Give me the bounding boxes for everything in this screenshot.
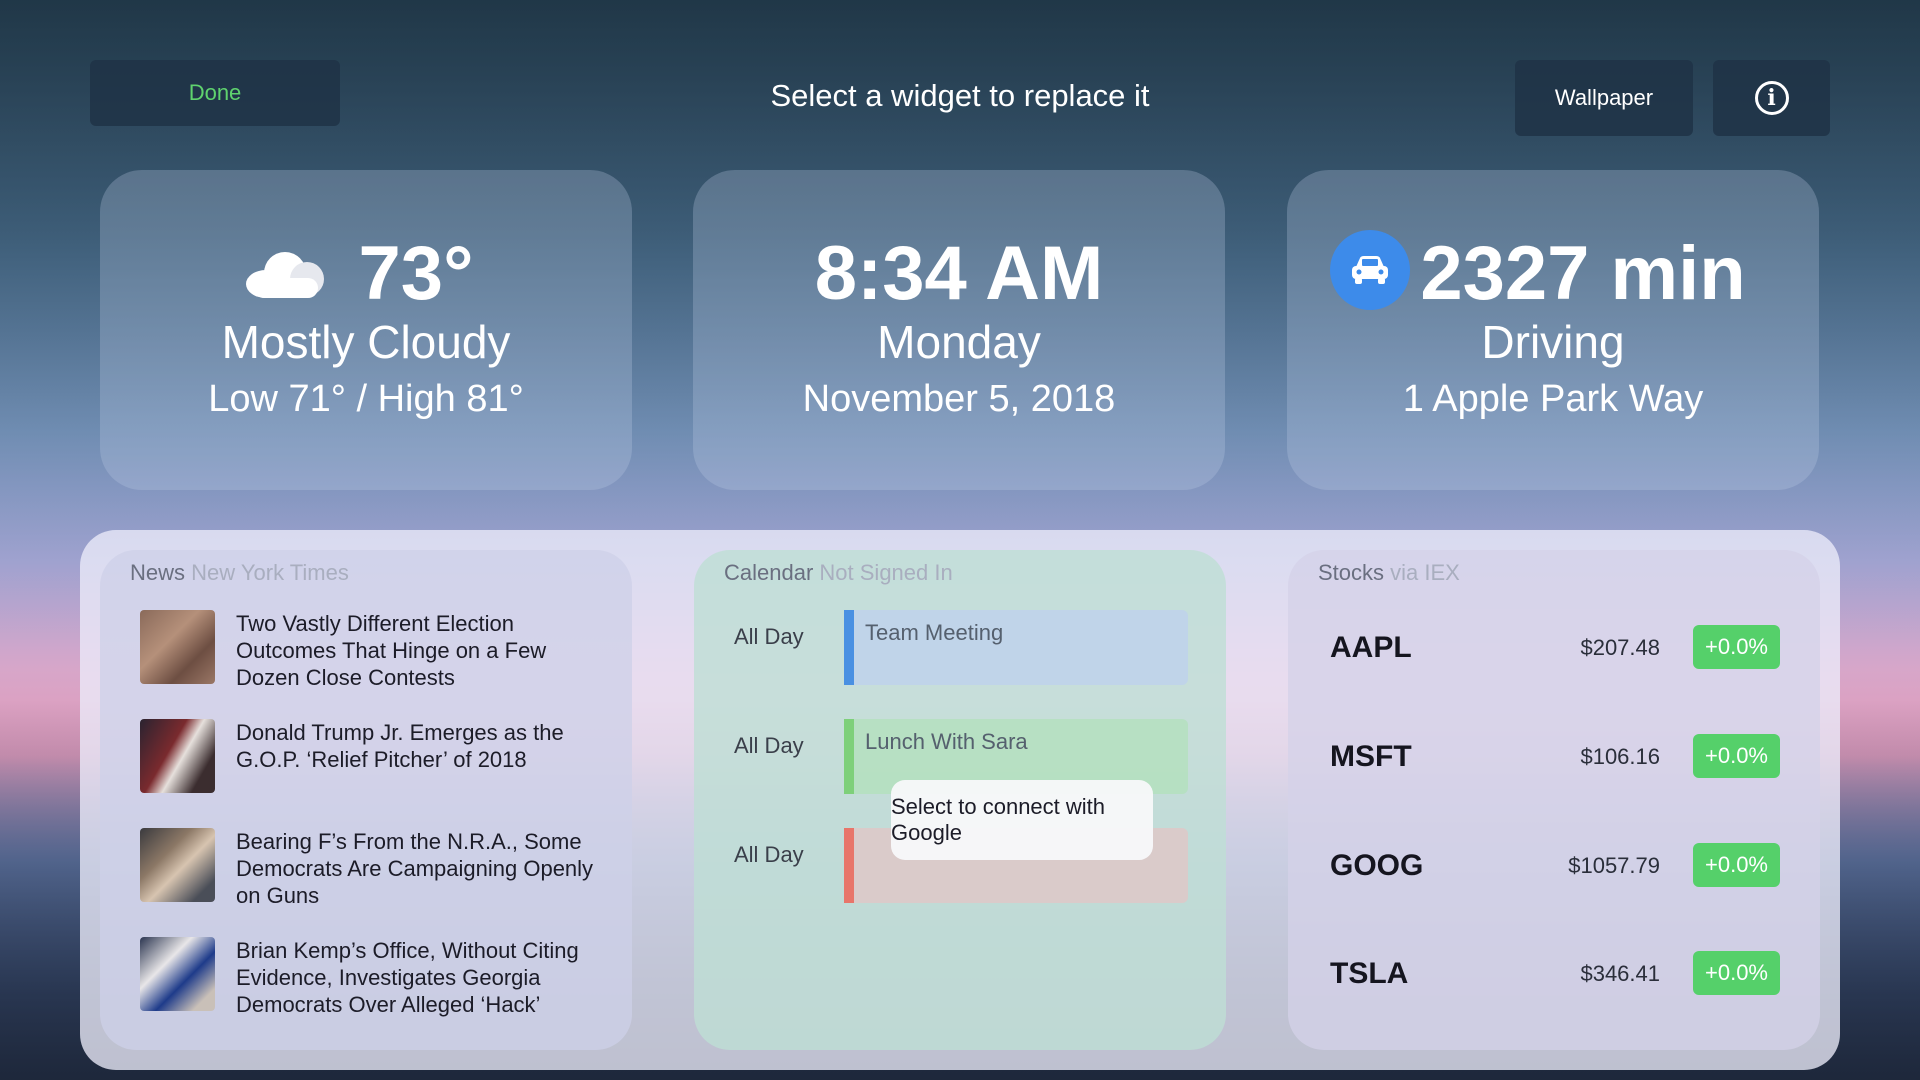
news-thumbnail [140,937,215,1011]
weather-range: Low 71° / High 81° [208,378,524,420]
commute-duration: 2327 min [1420,231,1746,316]
done-button[interactable]: Done [90,60,340,126]
news-thumbnail [140,719,215,793]
weather-widget[interactable]: 73° Mostly Cloudy Low 71° / High 81° [100,170,632,490]
clock-day: Monday [877,316,1041,368]
stock-ticker: AAPL [1330,631,1412,664]
info-icon: i [1754,81,1789,115]
news-headline: Donald Trump Jr. Emerges as the G.O.P. ‘… [236,720,564,772]
stock-price: $1057.79 [1568,853,1660,878]
event-title: Team Meeting [865,620,1004,645]
connect-google-tooltip[interactable]: Select to connect with Google [891,780,1153,860]
stock-change-badge: +0.0% [1693,734,1780,778]
calendar-event-row[interactable]: All Day Team Meeting [734,610,1194,685]
stock-row[interactable]: TSLA $346.41 +0.0% [1330,951,1780,1001]
stocks-header: Stocks via IEX [1318,560,1460,586]
stock-row[interactable]: AAPL $207.48 +0.0% [1330,625,1780,675]
event-title: Lunch With Sara [865,729,1028,754]
stock-row[interactable]: MSFT $106.16 +0.0% [1330,734,1780,784]
info-button[interactable]: i [1713,60,1830,136]
news-widget[interactable]: News New York Times Two Vastly Different… [100,550,632,1050]
stock-ticker: TSLA [1330,957,1409,990]
weather-temperature: 73° [358,231,474,316]
news-thumbnail [140,828,215,902]
commute-widget[interactable]: 2327 min Driving 1 Apple Park Way [1287,170,1819,490]
event-color-bar [844,610,854,685]
clock-time: 8:34 AM [814,231,1104,316]
calendar-status: Not Signed In [819,560,953,585]
stocks-source: via IEX [1390,560,1460,585]
clock-date: November 5, 2018 [802,378,1116,420]
stock-change-badge: +0.0% [1693,843,1780,887]
clock-widget[interactable]: 8:34 AM Monday November 5, 2018 [693,170,1225,490]
stocks-title: Stocks [1318,560,1385,585]
stocks-widget[interactable]: Stocks via IEX AAPL $207.48 +0.0% MSFT $… [1288,550,1820,1050]
calendar-title: Calendar [724,560,814,585]
event-block: Team Meeting [844,610,1188,685]
event-color-bar [844,828,854,903]
news-headline: Bearing F’s From the N.R.A., Some Democr… [236,829,594,908]
stock-price: $346.41 [1580,961,1660,986]
stock-price: $106.16 [1580,744,1660,769]
wallpaper-button[interactable]: Wallpaper [1515,60,1693,136]
commute-destination: 1 Apple Park Way [1402,378,1704,420]
event-time: All Day [734,842,804,867]
page-title: Select a widget to replace it [770,78,1150,113]
stock-change-badge: +0.0% [1693,951,1780,995]
stock-price: $207.48 [1580,635,1660,660]
stock-change-badge: +0.0% [1693,625,1780,669]
news-thumbnail [140,610,215,684]
news-title: News [130,560,186,585]
event-time: All Day [734,624,804,649]
event-color-bar [844,719,854,794]
news-source: New York Times [191,560,349,585]
news-headline: Brian Kemp’s Office, Without Citing Evid… [236,938,579,1017]
news-headline: Two Vastly Different Election Outcomes T… [236,611,547,690]
weather-condition: Mostly Cloudy [221,316,511,368]
stock-row[interactable]: GOOG $1057.79 +0.0% [1330,843,1780,893]
event-time: All Day [734,733,804,758]
stock-ticker: GOOG [1330,849,1424,882]
stock-ticker: MSFT [1330,740,1412,773]
news-header: News New York Times [130,560,349,586]
commute-mode: Driving [1481,316,1625,368]
calendar-header: Calendar Not Signed In [724,560,953,586]
